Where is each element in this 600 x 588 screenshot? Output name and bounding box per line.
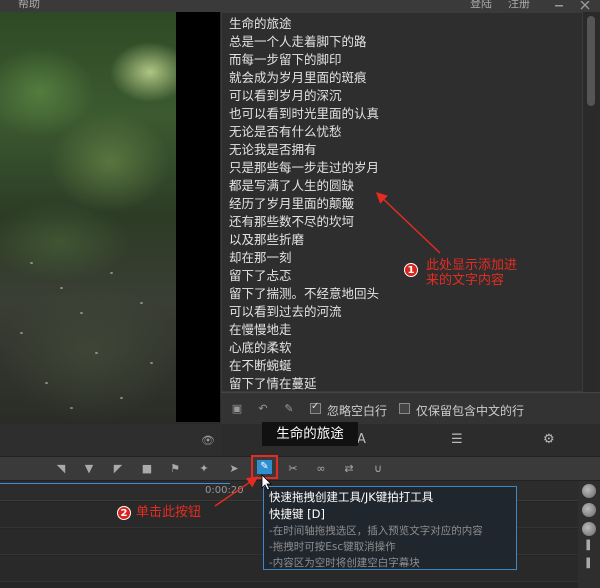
lyric-line[interactable]: 只是那些每一步走过的岁月 <box>229 157 379 176</box>
close-icon[interactable] <box>578 0 592 10</box>
lyric-line[interactable]: 就会成为岁月里面的斑痕 <box>229 67 367 86</box>
tool-tooltip: 快速拖拽创建工具/JK键拍打工具 快捷键 [D] -在时间轴拖拽选区，插入预览文… <box>263 486 517 570</box>
camera-icon[interactable]: ■ <box>139 461 155 477</box>
scrollbar-thumb[interactable] <box>587 16 595 106</box>
lyric-line[interactable]: 生命的旅途 <box>229 13 292 32</box>
lyric-line[interactable]: 总是一个人走着脚下的路 <box>229 31 367 50</box>
volume-knob[interactable] <box>582 503 596 517</box>
minimize-icon[interactable] <box>552 0 566 7</box>
timeline-toolbar: ◥ ▼ ◤ ■ ⚑ ✦ ➤ ✂ ∞ ⇄ ∪ <box>0 456 600 481</box>
annotation-text-2: 单击此按钮 <box>136 505 202 520</box>
lyric-line[interactable]: 却在那一刻 <box>229 247 292 266</box>
lyric-line[interactable]: 在不断蜿蜒 <box>229 355 292 374</box>
marker-down-icon[interactable]: ▼ <box>81 461 97 477</box>
pointer-icon[interactable]: ➤ <box>226 461 242 477</box>
magic-wand-icon[interactable]: ✦ <box>196 461 212 477</box>
lyric-line[interactable]: 留下了忐忑 <box>229 265 292 284</box>
playhead-line <box>0 483 230 484</box>
link-icon[interactable]: ∞ <box>313 461 329 477</box>
lyric-line[interactable]: 以及那些折磨 <box>229 229 304 248</box>
lyric-line[interactable]: 可以看到过去的河流 <box>229 301 342 320</box>
ignore-blank-label: 忽略空白行 <box>327 404 388 418</box>
lyric-line[interactable]: 在慢慢地走 <box>229 319 292 338</box>
lyric-line[interactable]: 留下了情在蔓延 <box>229 373 317 392</box>
menu-help[interactable]: 帮助 <box>18 0 40 11</box>
annotation-text-1: 此处显示添加进 来的文字内容 <box>426 258 517 288</box>
lyric-line[interactable]: 留下了揣测。不经意地回头 <box>229 283 379 302</box>
select-all-icon[interactable]: ▣ <box>229 401 245 417</box>
current-line-tooltip: 生命的旅途 <box>262 422 358 446</box>
lyric-line[interactable]: 都是写满了人生的圆缺 <box>229 175 354 194</box>
lyric-line[interactable]: 无论是否有什么忧愁 <box>229 121 342 140</box>
lyric-line[interactable]: 可以看到岁月的深沉 <box>229 85 342 104</box>
lyrics-text-panel[interactable]: 生命的旅途 总是一个人走着脚下的路 而每一步留下的脚印 就会成为岁月里面的斑痕 … <box>221 12 583 392</box>
tool-tooltip-shortcut: 快捷键 [D] <box>269 507 325 521</box>
lyric-line[interactable]: 也可以看到时光里面的认真 <box>229 103 379 122</box>
lyrics-tools-bar: ▣ ↶ ✎ 忽略空白行 仅保留包含中文的行 <box>221 392 600 424</box>
lyric-line[interactable]: 还有那些数不尽的坎坷 <box>229 211 354 230</box>
menu-bar: 帮助 登陆 注册 <box>0 0 600 12</box>
annotation-text-1-line2: 来的文字内容 <box>426 273 505 288</box>
trim-left-icon[interactable]: ◥ <box>53 461 69 477</box>
annotation-badge-1: 1 <box>404 263 418 277</box>
scissors-icon[interactable]: ✂ <box>285 461 301 477</box>
trim-right-icon[interactable]: ◤ <box>110 461 126 477</box>
keep-chinese-label: 仅保留包含中文的行 <box>416 404 525 418</box>
preview-controls: 👁 <box>0 424 221 456</box>
pencil-icon[interactable]: ✎ <box>281 401 297 417</box>
tool-tooltip-tip: -拖拽时可按Esc键取消操作 <box>269 541 396 553</box>
mouse-cursor-icon <box>261 474 272 491</box>
video-letterbox <box>176 12 220 422</box>
list-icon[interactable]: ☰ <box>451 432 463 447</box>
volume-knob[interactable] <box>582 522 596 536</box>
video-preview[interactable] <box>0 12 176 422</box>
annotation-text-1-line1: 此处显示添加进 <box>426 258 518 273</box>
login-link[interactable]: 登陆 <box>470 0 492 11</box>
swap-icon[interactable]: ⇄ <box>341 461 357 477</box>
lyric-line[interactable]: 无论我是否拥有 <box>229 139 317 158</box>
annotation-badge-2: 2 <box>117 506 131 520</box>
undo-icon[interactable]: ↶ <box>255 401 271 417</box>
font-icon[interactable]: A <box>357 432 366 447</box>
lyric-line[interactable]: 经历了岁月里面的颠簸 <box>229 193 354 212</box>
waveform-icon[interactable]: ▐ <box>583 541 590 551</box>
tool-tooltip-title: 快速拖拽创建工具/JK键拍打工具 <box>269 490 434 504</box>
tool-tooltip-tip: -在时间轴拖拽选区，插入预览文字对应的内容 <box>269 525 483 537</box>
gear-icon[interactable]: ⚙ <box>543 432 555 447</box>
track-side-controls: ▐ ▐ <box>578 481 600 588</box>
register-link[interactable]: 注册 <box>508 0 530 11</box>
eye-icon[interactable]: 👁 <box>201 434 215 447</box>
tool-tooltip-tip: -内容区为空时将创建空白字幕块 <box>269 557 420 569</box>
lyrics-scrollbar[interactable] <box>584 12 598 392</box>
waveform-icon[interactable]: ▐ <box>583 559 590 569</box>
ignore-blank-checkbox[interactable] <box>310 401 321 414</box>
keep-chinese-checkbox[interactable] <box>399 403 410 414</box>
lyric-line[interactable]: 心底的柔软 <box>229 337 292 356</box>
ruler-time-label: 0:00:20 <box>205 485 244 496</box>
quick-drag-create-icon: ✎ <box>257 460 272 474</box>
lyric-line[interactable]: 而每一步留下的脚印 <box>229 49 342 68</box>
magnet-icon[interactable]: ∪ <box>370 461 386 477</box>
volume-knob[interactable] <box>582 484 596 498</box>
bookmark-icon[interactable]: ⚑ <box>167 461 183 477</box>
